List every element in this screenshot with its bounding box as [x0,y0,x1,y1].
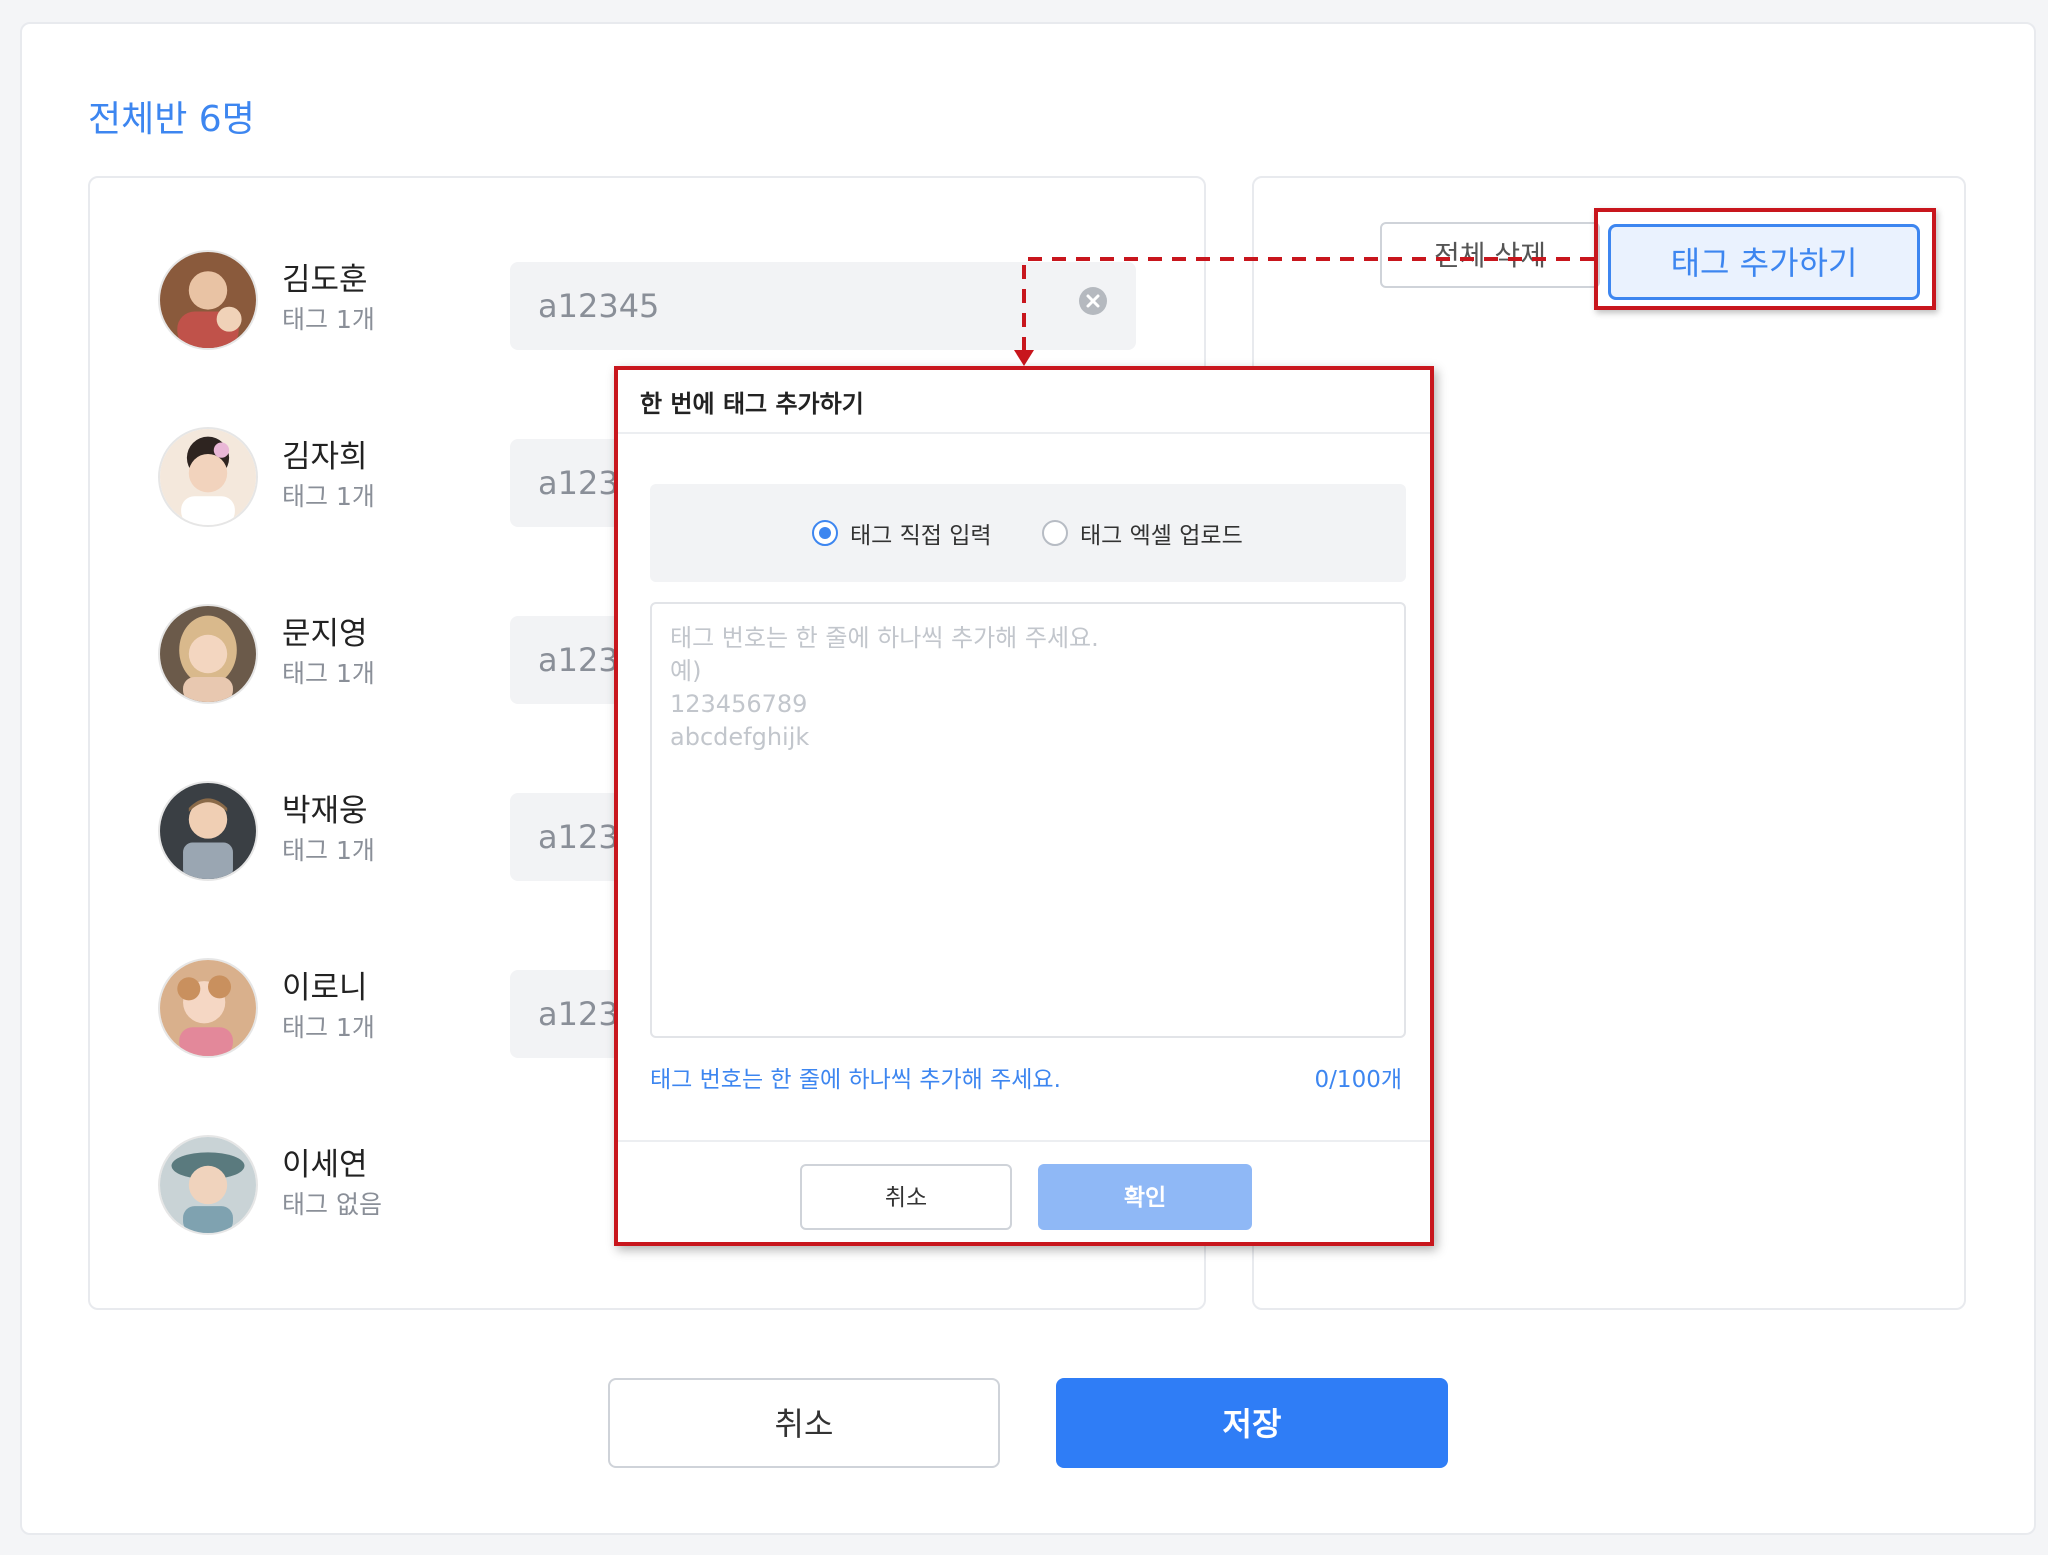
student-name: 박재웅 [282,793,368,829]
clear-icon[interactable] [1078,286,1108,316]
student-tag-count: 태그 1개 [282,305,375,334]
bulk-tag-modal: 한 번에 태그 추가하기 태그 직접 입력 태그 엑셀 업로드 태그 번호는 한… [614,366,1434,1246]
modal-title: 한 번에 태그 추가하기 [640,390,864,418]
radio-unchecked-icon[interactable] [1042,520,1068,546]
modal-confirm-button[interactable]: 확인 [1038,1164,1252,1230]
avatar [158,250,258,350]
cancel-button[interactable]: 취소 [608,1378,1000,1468]
avatar [158,1135,258,1235]
radio-label: 태그 엑셀 업로드 [1080,523,1243,549]
student-tag-count: 태그 1개 [282,659,375,688]
radio-excel-upload[interactable]: 태그 엑셀 업로드 [1042,518,1243,549]
student-name: 이세연 [282,1147,368,1183]
student-tag-count: 태그 없음 [282,1190,382,1219]
student-name: 김도훈 [282,262,368,298]
avatar [158,958,258,1058]
avatar [158,427,258,527]
hint-text: 태그 번호는 한 줄에 하나씩 추가해 주세요. [650,1067,1061,1093]
highlight-box [1594,208,1936,310]
student-name: 이로니 [282,970,368,1006]
radio-direct-input[interactable]: 태그 직접 입력 [812,518,992,549]
modal-footer: 취소 확인 [618,1140,1430,1246]
tag-input[interactable]: a12345 [510,262,1136,350]
student-name: 김자희 [282,439,368,475]
delete-all-button[interactable]: 전체 삭제 [1380,222,1600,288]
avatar [158,781,258,881]
input-method-radio-group: 태그 직접 입력 태그 엑셀 업로드 [650,484,1406,582]
student-name: 문지영 [282,616,368,652]
class-title: 전체반 6명 [88,99,255,140]
save-button[interactable]: 저장 [1056,1378,1448,1468]
student-tag-count: 태그 1개 [282,1013,375,1042]
student-tag-count: 태그 1개 [282,482,375,511]
avatar [158,604,258,704]
student-row: 김도훈 태그 1개 a12345 [90,242,1204,362]
tag-number-textarea[interactable] [650,602,1406,1038]
modal-header: 한 번에 태그 추가하기 [618,370,1430,434]
radio-checked-icon[interactable] [812,520,838,546]
radio-label: 태그 직접 입력 [850,523,992,549]
modal-cancel-button[interactable]: 취소 [800,1164,1012,1230]
student-tag-count: 태그 1개 [282,836,375,865]
tag-counter: 0/100개 [1314,1067,1402,1093]
